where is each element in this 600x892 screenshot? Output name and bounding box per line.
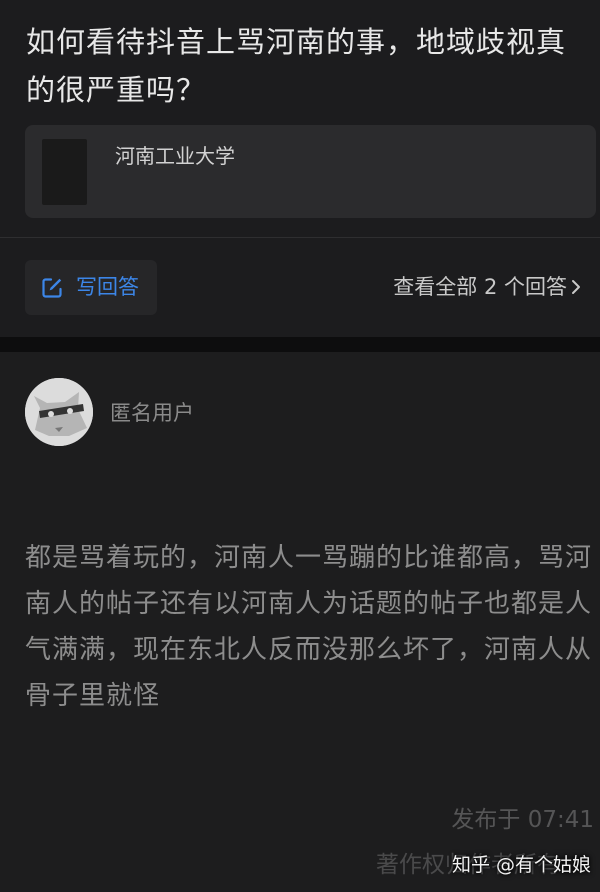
question-header: 如何看待抖音上骂河南的事，地域歧视真的很严重吗？ 河南工业大学 写回答 查看全部… (0, 0, 600, 337)
section-gap (0, 337, 600, 352)
topic-card[interactable]: 河南工业大学 (25, 125, 596, 218)
publish-time: 发布于 07:41 (451, 807, 594, 833)
write-answer-label: 写回答 (76, 275, 139, 299)
chevron-right-icon[interactable] (569, 276, 583, 298)
topic-name: 河南工业大学 (115, 144, 235, 168)
author-name[interactable]: 匿名用户 (110, 399, 194, 427)
answer-content: 都是骂着玩的，河南人一骂蹦的比谁都高，骂河南人的帖子还有以河南人为话题的帖子也都… (25, 543, 593, 711)
topic-thumbnail (42, 139, 87, 205)
view-all-answers-link[interactable]: 查看全部 2 个回答 (393, 273, 567, 301)
anonymous-avatar-icon[interactable] (25, 378, 93, 446)
question-title[interactable]: 如何看待抖音上骂河南的事，地域歧视真的很严重吗？ (26, 18, 591, 114)
write-answer-button[interactable]: 写回答 (25, 260, 157, 315)
watermark: 知乎 @有个姑娘 (452, 854, 592, 876)
divider (0, 237, 600, 238)
pencil-square-icon (42, 278, 62, 298)
